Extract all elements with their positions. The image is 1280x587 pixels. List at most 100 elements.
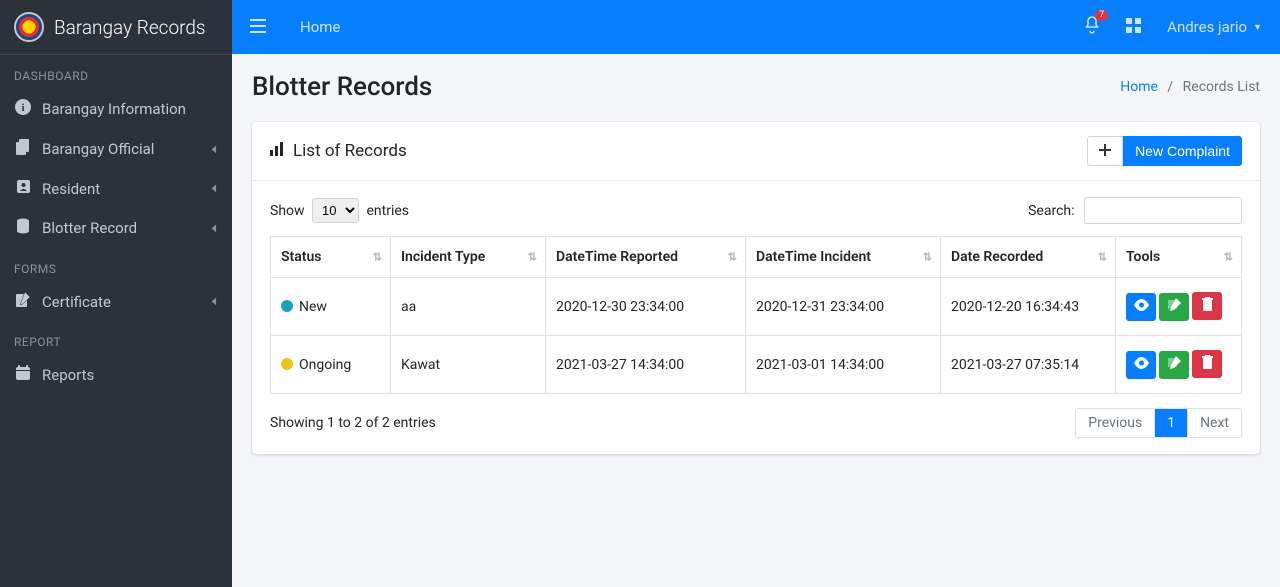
table-row: New aa2020-12-30 23:34:002020-12-31 23:34… [271, 278, 1242, 336]
delete-button[interactable] [1192, 292, 1222, 320]
chevron-left-icon: ◀ [212, 223, 217, 234]
nav-section-forms: FORMS [0, 248, 232, 282]
trash-icon [1202, 297, 1213, 315]
sort-icon: ⇅ [1098, 251, 1107, 264]
caret-down-icon: ▼ [1253, 22, 1262, 33]
view-button[interactable] [1126, 293, 1156, 321]
records-card: List of Records New Complaint Show [252, 122, 1260, 454]
col-status[interactable]: Status⇅ [271, 237, 391, 278]
sidebar-item-label: Blotter Record [42, 219, 137, 237]
apps-grid-icon[interactable] [1126, 18, 1141, 37]
sidebar-item-label: Barangay Official [42, 140, 154, 158]
cell-incident-type: Kawat [391, 336, 546, 394]
calendar-icon [14, 365, 32, 384]
brand-text: Barangay Records [54, 16, 206, 39]
sort-icon: ⇅ [728, 251, 737, 264]
show-suffix: entries [367, 203, 410, 219]
breadcrumb-home-link[interactable]: Home [1120, 79, 1158, 95]
bar-chart-icon [270, 141, 285, 161]
notification-badge: 7 [1095, 10, 1108, 21]
info-icon: i [14, 99, 32, 119]
table-search-control: Search: [1028, 197, 1242, 224]
sidebar: Barangay Records DASHBOARD i Barangay In… [0, 0, 232, 587]
page-next[interactable]: Next [1187, 409, 1241, 437]
edit-button[interactable] [1159, 293, 1189, 321]
sidebar-item-label: Certificate [42, 293, 111, 311]
svg-text:i: i [21, 102, 24, 114]
cell-dt-incident: 2021-03-01 14:34:00 [746, 336, 941, 394]
status-text: New [299, 299, 327, 315]
user-name: Andres jario [1167, 18, 1247, 36]
sort-icon: ⇅ [373, 251, 382, 264]
new-complaint-plus-button[interactable] [1087, 136, 1123, 166]
cell-incident-type: aa [391, 278, 546, 336]
sort-icon: ⇅ [923, 251, 932, 264]
breadcrumb: Home / Records List [1120, 79, 1260, 95]
id-card-icon [14, 179, 32, 198]
notifications-button[interactable]: 7 [1084, 16, 1100, 38]
sidebar-item-barangay-information[interactable]: i Barangay Information [0, 89, 232, 129]
chevron-left-icon: ◀ [212, 144, 217, 155]
sort-icon: ⇅ [1224, 251, 1233, 264]
pagination: Previous 1 Next [1075, 408, 1242, 438]
sidebar-item-label: Reports [42, 366, 94, 384]
col-dt-reported[interactable]: DateTime Reported⇅ [546, 237, 746, 278]
sidebar-item-reports[interactable]: Reports [0, 355, 232, 394]
sort-icon: ⇅ [528, 251, 537, 264]
breadcrumb-current: Records List [1183, 79, 1260, 95]
database-icon [14, 218, 32, 238]
new-complaint-button[interactable]: New Complaint [1123, 136, 1242, 166]
eye-icon [1134, 299, 1149, 315]
copy-icon [14, 139, 32, 159]
cell-dt-reported: 2021-03-27 14:34:00 [546, 336, 746, 394]
status-dot-icon [281, 300, 293, 312]
col-incident-type[interactable]: Incident Type⇅ [391, 237, 546, 278]
eye-icon [1134, 357, 1149, 373]
sidebar-item-resident[interactable]: Resident ◀ [0, 169, 232, 208]
pencil-icon [1168, 356, 1181, 373]
col-tools[interactable]: Tools⇅ [1116, 237, 1242, 278]
status-dot-icon [281, 358, 293, 370]
page-size-select[interactable]: 10 [312, 198, 359, 223]
sidebar-item-blotter-record[interactable]: Blotter Record ◀ [0, 208, 232, 248]
sidebar-item-label: Barangay Information [42, 100, 186, 118]
trash-icon [1202, 355, 1213, 373]
col-date-recorded[interactable]: Date Recorded⇅ [941, 237, 1116, 278]
topbar-home-link[interactable]: Home [300, 18, 340, 36]
user-menu[interactable]: Andres jario ▼ [1167, 18, 1262, 36]
col-dt-incident[interactable]: DateTime Incident⇅ [746, 237, 941, 278]
view-button[interactable] [1126, 351, 1156, 379]
cell-dt-reported: 2020-12-30 23:34:00 [546, 278, 746, 336]
delete-button[interactable] [1192, 350, 1222, 378]
cell-dt-incident: 2020-12-31 23:34:00 [746, 278, 941, 336]
page-prev[interactable]: Previous [1076, 409, 1154, 437]
brand-logo-icon [14, 12, 44, 42]
table-length-control: Show 10 entries [270, 198, 409, 223]
menu-toggle-icon[interactable] [250, 18, 266, 37]
chevron-left-icon: ◀ [212, 183, 217, 194]
records-table: Status⇅ Incident Type⇅ DateTime Reported… [270, 236, 1242, 394]
search-label: Search: [1028, 203, 1074, 219]
sidebar-item-barangay-official[interactable]: Barangay Official ◀ [0, 129, 232, 169]
topbar: Home 7 Andres jario ▼ [232, 0, 1280, 54]
pencil-icon [1168, 298, 1181, 315]
cell-date-recorded: 2021-03-27 07:35:14 [941, 336, 1116, 394]
chevron-left-icon: ◀ [212, 296, 217, 307]
cell-date-recorded: 2020-12-20 16:34:43 [941, 278, 1116, 336]
brand[interactable]: Barangay Records [0, 0, 232, 55]
card-title: List of Records [270, 141, 407, 161]
breadcrumb-separator: / [1167, 79, 1173, 95]
page-title: Blotter Records [252, 72, 432, 102]
table-row: Ongoing Kawat2021-03-27 14:34:002021-03-0… [271, 336, 1242, 394]
nav-section-dashboard: DASHBOARD [0, 55, 232, 89]
search-input[interactable] [1084, 197, 1242, 224]
status-text: Ongoing [299, 357, 351, 373]
edit-button[interactable] [1159, 351, 1189, 379]
edit-icon [14, 292, 32, 311]
bell-icon [1084, 22, 1100, 38]
card-title-text: List of Records [293, 141, 407, 161]
sidebar-item-certificate[interactable]: Certificate ◀ [0, 282, 232, 321]
page-1[interactable]: 1 [1154, 409, 1187, 437]
show-prefix: Show [270, 203, 305, 219]
table-info: Showing 1 to 2 of 2 entries [270, 415, 436, 431]
